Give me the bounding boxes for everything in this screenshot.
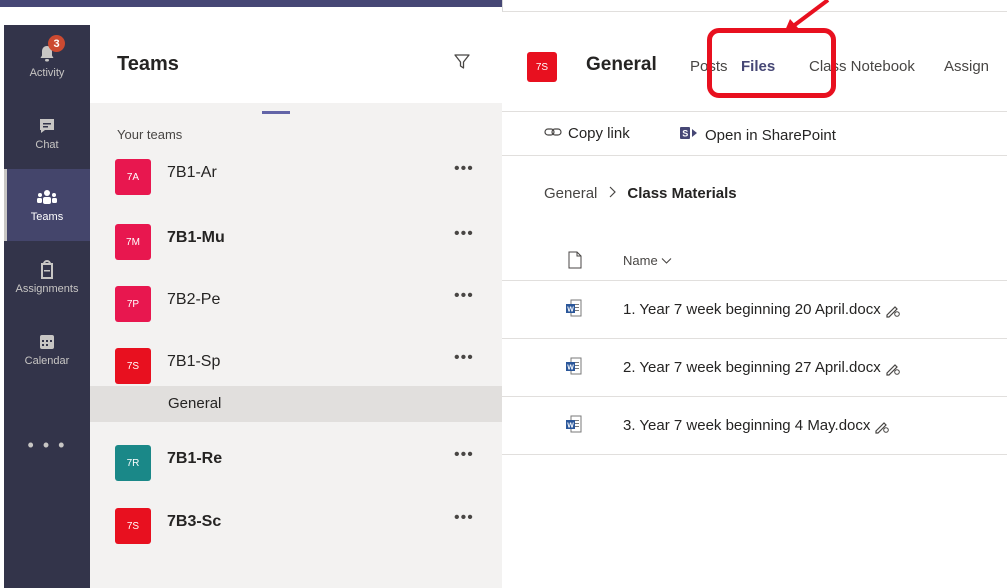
more-options-button[interactable]: •••	[454, 446, 474, 464]
breadcrumb-root[interactable]: General	[544, 185, 597, 202]
name-column-header[interactable]: Name	[623, 253, 672, 268]
rail-item-chat[interactable]: Chat	[4, 97, 90, 169]
team-name: 7B3-Sc	[167, 513, 222, 530]
more-options-button[interactable]: •••	[454, 509, 474, 527]
shared-edit-icon	[874, 418, 890, 434]
team-item[interactable]: 7A 7B1-Ar •••	[90, 152, 502, 196]
team-name: 7B2-Pe	[167, 291, 221, 308]
tab-assignments[interactable]: Assign	[944, 58, 989, 75]
rail-label: Activity	[29, 67, 65, 79]
breadcrumb-current: Class Materials	[627, 185, 737, 202]
file-list-header: Name	[502, 243, 1007, 281]
activity-badge: 3	[48, 35, 65, 52]
more-options-button[interactable]: •••	[454, 287, 474, 305]
file-name[interactable]: 1. Year 7 week beginning 20 April.docx	[623, 301, 901, 318]
rail-item-activity[interactable]: 3 Activity	[4, 25, 90, 97]
annotation-highlight-box	[707, 28, 836, 98]
team-avatar: 7R	[115, 445, 151, 481]
team-item[interactable]: 7S 7B3-Sc •••	[90, 501, 502, 545]
channel-avatar: 7S	[527, 52, 557, 82]
more-options-button[interactable]: •••	[454, 225, 474, 243]
rail-label: Teams	[30, 211, 64, 223]
link-icon	[544, 125, 562, 142]
filter-icon[interactable]	[453, 53, 471, 71]
title-bar	[0, 0, 502, 7]
rail-label: Chat	[35, 139, 59, 151]
team-item[interactable]: 7P 7B2-Pe •••	[90, 279, 502, 323]
chevron-down-icon	[661, 253, 672, 268]
team-name: 7B1-Sp	[167, 353, 221, 370]
svg-text:W: W	[567, 306, 574, 313]
file-name[interactable]: 3. Year 7 week beginning 4 May.docx	[623, 417, 890, 434]
main-content: 7S General Posts Files Class Notebook As…	[502, 16, 1007, 588]
svg-text:W: W	[567, 364, 574, 371]
team-avatar: 7A	[115, 159, 151, 195]
shared-edit-icon	[885, 360, 901, 376]
chat-icon	[36, 115, 58, 137]
team-item[interactable]: 7R 7B1-Re •••	[90, 438, 502, 482]
teams-icon	[36, 187, 58, 209]
rail-item-calendar[interactable]: Calendar	[4, 313, 90, 385]
teams-panel: Teams Your teams 7A 7B1-Ar ••• 7M 7B1-Mu…	[90, 25, 502, 588]
calendar-icon	[36, 331, 58, 353]
team-name: 7B1-Ar	[167, 164, 217, 181]
rail-label: Assignments	[15, 283, 79, 295]
top-strip	[0, 0, 1007, 16]
copy-link-label: Copy link	[568, 125, 630, 142]
team-name: 7B1-Mu	[167, 229, 225, 246]
copy-link-button[interactable]: Copy link	[544, 125, 630, 142]
chevron-right-icon	[607, 185, 617, 202]
team-avatar: 7M	[115, 224, 151, 260]
team-avatar: 7S	[115, 348, 151, 384]
team-avatar: 7P	[115, 286, 151, 322]
team-name: 7B1-Re	[167, 450, 223, 467]
team-item[interactable]: 7M 7B1-Mu •••	[90, 217, 502, 261]
shared-edit-icon	[885, 302, 901, 318]
active-tab-indicator	[262, 111, 290, 114]
rail-item-teams[interactable]: Teams	[4, 169, 90, 241]
rail-label: Calendar	[24, 355, 70, 367]
open-sharepoint-button[interactable]: S Open in SharePoint	[679, 125, 836, 145]
app-rail: 3 Activity Chat Teams Assignments Calend…	[4, 25, 90, 588]
panel-header: Teams	[90, 25, 502, 103]
more-options-button[interactable]: •••	[454, 160, 474, 178]
file-type-icon	[568, 251, 582, 274]
file-row[interactable]: W 3. Year 7 week beginning 4 May.docx	[502, 397, 1007, 455]
annotation-arrow-icon	[770, 0, 830, 35]
file-name[interactable]: 2. Year 7 week beginning 27 April.docx	[623, 359, 901, 376]
file-row[interactable]: W 2. Year 7 week beginning 27 April.docx	[502, 339, 1007, 397]
word-doc-icon: W	[566, 357, 582, 375]
open-sharepoint-label: Open in SharePoint	[705, 126, 836, 144]
bell-icon: 3	[36, 35, 65, 65]
more-apps-button[interactable]: • • •	[4, 435, 90, 456]
word-doc-icon: W	[566, 415, 582, 433]
team-avatar: 7S	[115, 508, 151, 544]
word-doc-icon: W	[566, 299, 582, 317]
channel-title: General	[586, 54, 657, 75]
rail-item-assignments[interactable]: Assignments	[4, 241, 90, 313]
more-options-button[interactable]: •••	[454, 349, 474, 367]
breadcrumb: General Class Materials	[544, 185, 737, 202]
files-toolbar: Copy link S Open in SharePoint	[502, 112, 1007, 156]
svg-text:S: S	[682, 129, 688, 139]
team-item[interactable]: 7S 7B1-Sp •••	[90, 341, 502, 385]
section-label: Your teams	[117, 127, 183, 142]
channel-name: General	[168, 395, 222, 412]
file-row[interactable]: W 1. Year 7 week beginning 20 April.docx	[502, 281, 1007, 339]
search-bar[interactable]	[502, 0, 1007, 12]
channel-item-general[interactable]: General	[90, 386, 502, 422]
assignments-icon	[36, 259, 58, 281]
svg-text:W: W	[567, 422, 574, 429]
panel-title: Teams	[117, 53, 179, 75]
sharepoint-icon: S	[679, 125, 699, 145]
